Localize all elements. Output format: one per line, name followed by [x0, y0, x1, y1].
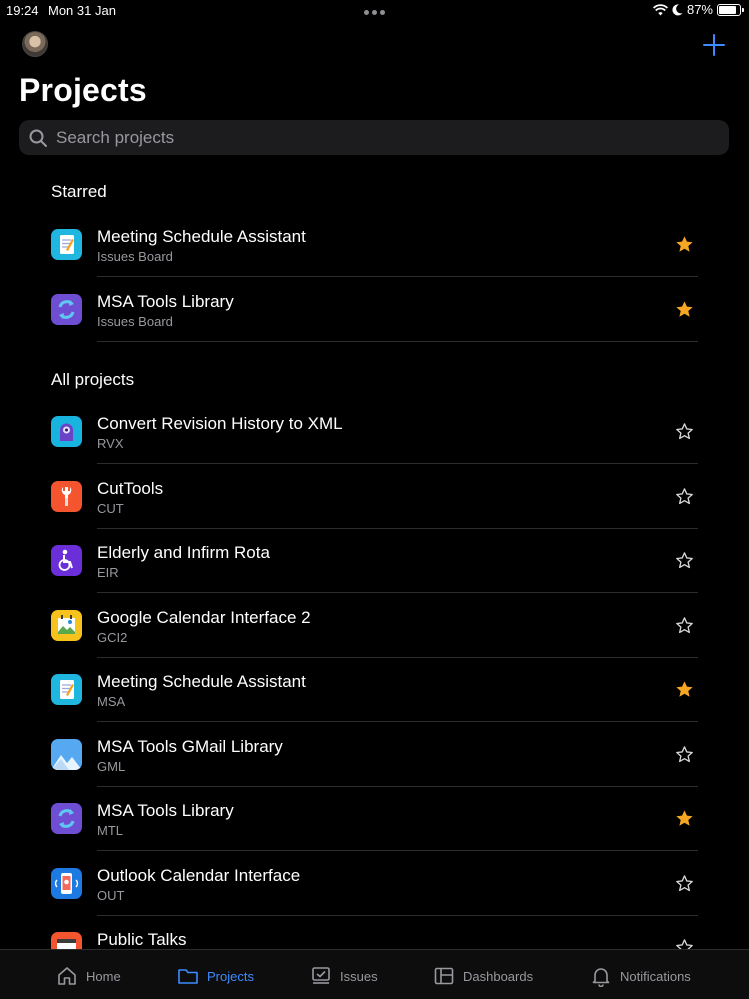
star-outline-icon[interactable]	[675, 551, 694, 570]
tab-projects[interactable]: Projects	[177, 964, 254, 988]
moon-icon	[672, 3, 683, 15]
project-name: Meeting Schedule Assistant	[97, 227, 306, 246]
tab-home-label: Home	[86, 968, 121, 984]
tab-projects-label: Projects	[207, 968, 254, 984]
project-key: EIR	[97, 565, 119, 580]
starred-row-meeting-schedule-assistant[interactable]: Meeting Schedule Assistant Issues Board	[0, 213, 749, 277]
robot-icon	[51, 416, 82, 447]
tab-dashboards[interactable]: Dashboards	[433, 964, 533, 988]
project-name: Google Calendar Interface 2	[97, 607, 311, 627]
status-time: 19:24	[6, 3, 39, 18]
tab-issues-label: Issues	[340, 968, 378, 984]
bell-icon	[592, 968, 610, 987]
star-outline-icon[interactable]	[675, 422, 694, 441]
project-key: RVX	[97, 436, 124, 451]
project-name: CutTools	[97, 478, 164, 498]
tab-notifications[interactable]: Notifications	[590, 964, 691, 988]
star-outline-icon[interactable]	[675, 874, 694, 893]
add-project-button[interactable]	[702, 33, 726, 57]
folder-icon	[178, 969, 198, 984]
tab-dashboards-label: Dashboards	[463, 968, 534, 984]
project-row-msa-tools-library[interactable]: MSA Tools Library MTL	[0, 787, 749, 851]
project-row-outlook-calendar-interface[interactable]: Outlook Calendar Interface OUT	[0, 852, 749, 916]
wifi-icon	[652, 3, 668, 15]
project-key: Issues Board	[97, 313, 173, 329]
project-row-elderly-and-infirm-rota[interactable]: Elderly and Infirm Rota EIR	[0, 529, 749, 593]
tab-home[interactable]: Home	[56, 964, 121, 988]
notepad-icon	[51, 229, 82, 260]
project-name: Meeting Schedule Assistant	[97, 672, 306, 691]
star-outline-icon[interactable]	[675, 616, 694, 635]
tab-bar: Home Projects Issues Dashboards Notifica…	[0, 949, 749, 999]
row-separator	[97, 340, 698, 342]
project-row-google-calendar-interface-2[interactable]: Google Calendar Interface 2 GCI2	[0, 594, 749, 658]
battery-percent: 87%	[686, 2, 713, 17]
search-bar[interactable]	[19, 120, 729, 155]
star-filled-icon[interactable]	[675, 235, 694, 254]
project-key: OUT	[97, 887, 125, 903]
project-row-meeting-schedule-assistant[interactable]: Meeting Schedule Assistant MSA	[0, 658, 749, 722]
star-outline-icon[interactable]	[675, 487, 694, 506]
tab-issues[interactable]: Issues	[310, 964, 378, 988]
project-key: MSA	[97, 694, 126, 709]
starred-row-msa-tools-library[interactable]: MSA Tools Library Issues Board	[0, 278, 749, 342]
project-name: MSA Tools GMail Library	[97, 736, 283, 756]
project-name: Elderly and Infirm Rota	[97, 543, 270, 562]
star-filled-icon[interactable]	[675, 300, 694, 319]
project-key: MTL	[97, 823, 123, 838]
status-bar: 19:24 Mon 31 Jan 87%	[0, 0, 749, 22]
tab-notifications-label: Notifications	[620, 968, 691, 984]
multitasking-dots-icon[interactable]	[364, 10, 385, 15]
status-right: 87%	[652, 2, 744, 17]
project-name: Convert Revision History to XML	[97, 414, 343, 433]
mountain-icon	[51, 738, 82, 770]
issues-icon	[312, 967, 330, 984]
section-header-starred: Starred	[51, 182, 107, 201]
dashboard-icon	[434, 967, 454, 985]
project-row-cuttools[interactable]: CutTools CUT	[0, 465, 749, 529]
page-title: Projects	[19, 72, 147, 108]
star-filled-icon[interactable]	[675, 809, 694, 828]
project-key: Issues Board	[97, 249, 173, 264]
status-date: Mon 31 Jan	[48, 3, 116, 18]
star-filled-icon[interactable]	[675, 680, 694, 699]
phone-icon	[51, 867, 82, 899]
battery-icon	[717, 3, 744, 16]
search-icon	[29, 129, 47, 147]
project-key: CUT	[97, 500, 124, 516]
section-header-all-projects: All projects	[51, 370, 135, 389]
home-icon	[58, 967, 76, 985]
sync-icon	[51, 293, 82, 325]
project-name: MSA Tools Library	[97, 801, 234, 820]
wheelchair-icon	[51, 545, 82, 576]
search-input[interactable]	[56, 120, 716, 155]
sync-icon	[51, 803, 82, 834]
wrench-icon	[51, 480, 82, 512]
project-name: Outlook Calendar Interface	[97, 865, 301, 885]
project-row-convert-revision-history-to-xml[interactable]: Convert Revision History to XML RVX	[0, 400, 749, 464]
project-name: Public Talks	[97, 930, 187, 949]
project-row-msa-tools-gmail-library[interactable]: MSA Tools GMail Library GML	[0, 723, 749, 787]
star-outline-icon[interactable]	[675, 745, 694, 764]
avatar[interactable]	[22, 31, 48, 57]
calendar-picture-icon	[51, 609, 82, 641]
notepad-icon	[51, 674, 82, 705]
project-name: MSA Tools Library	[97, 291, 234, 311]
project-key: GML	[97, 758, 126, 774]
project-key: GCI2	[97, 629, 128, 645]
